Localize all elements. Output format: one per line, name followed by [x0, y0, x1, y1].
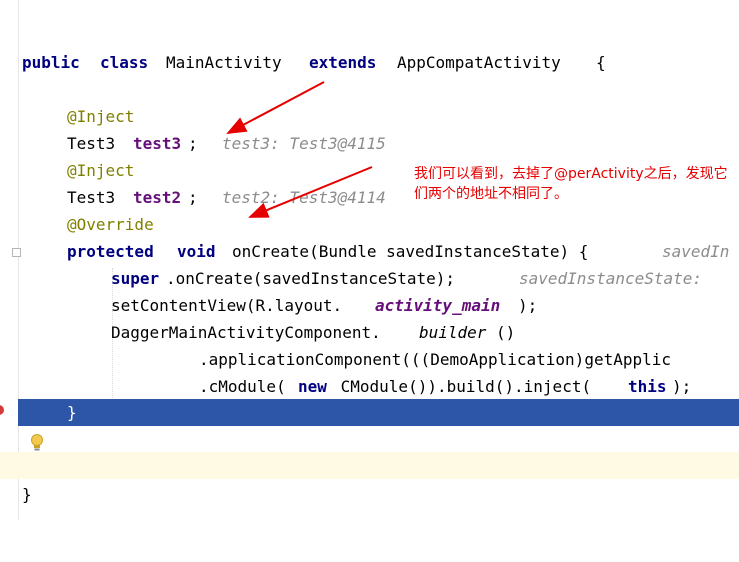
- annotation-note: 我们可以看到，去掉了@perActivity之后，发现它们两个的地址不相同了。: [414, 166, 728, 202]
- arrow-to-test3: [226, 81, 325, 134]
- arrow-to-test2: [248, 166, 373, 218]
- annotation-arrows: [226, 81, 373, 218]
